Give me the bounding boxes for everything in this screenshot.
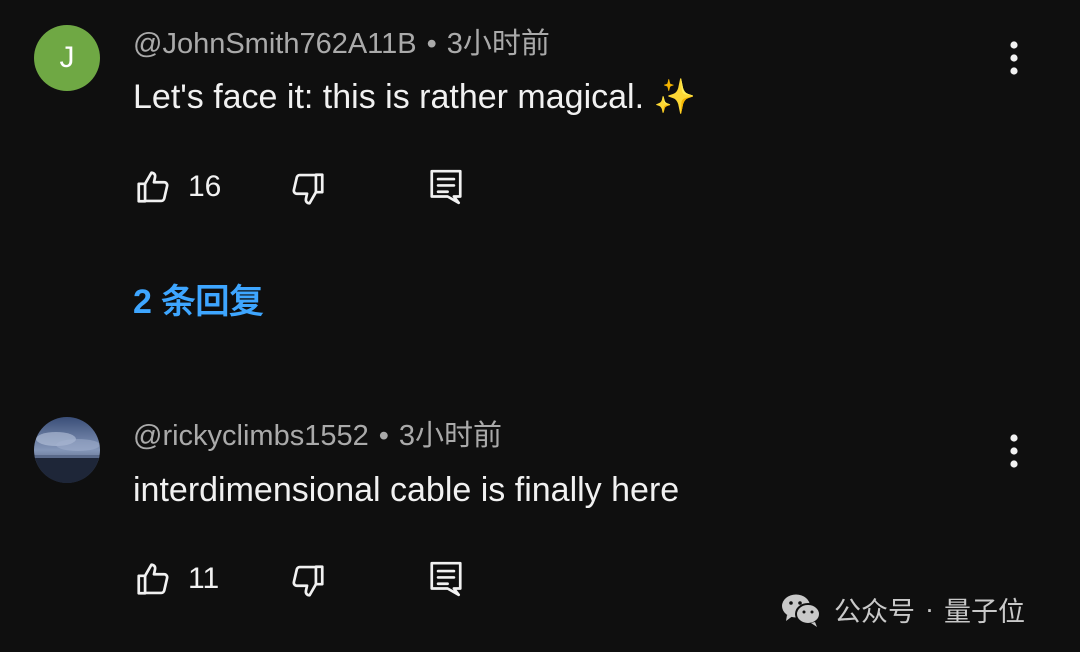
dislike-button[interactable]	[289, 170, 327, 208]
like-count: 11	[188, 562, 220, 595]
comment-1: J @JohnSmith762A11B • 3小时前 Let's face it: …	[0, 0, 1080, 360]
timestamp[interactable]: 3小时前	[399, 420, 502, 452]
avatar-landscape-image	[34, 417, 100, 483]
timestamp[interactable]: 3小时前	[447, 28, 550, 60]
author-name[interactable]: @JohnSmith762A11B	[133, 28, 417, 60]
more-vertical-icon	[1010, 434, 1018, 468]
wechat-icon	[782, 594, 821, 627]
reply-comment-icon	[430, 169, 462, 205]
like-button[interactable]: 11	[134, 560, 219, 598]
watermark-separator: ·	[925, 594, 934, 624]
more-options-button[interactable]	[996, 36, 1032, 80]
watermark: 公众号 · 量子位	[780, 590, 1025, 629]
reply-button[interactable]	[428, 168, 464, 206]
thumbs-up-icon	[137, 563, 169, 595]
thumbs-down-icon	[292, 565, 324, 597]
like-count: 16	[188, 170, 222, 203]
meta-separator: •	[378, 420, 389, 452]
meta-separator: •	[426, 28, 437, 60]
comment-text: interdimensional cable is finally here	[133, 471, 680, 509]
view-replies-link[interactable]: 2 条回复	[133, 282, 263, 322]
like-button[interactable]: 16	[134, 168, 221, 206]
comment-meta: @rickyclimbs1552 • 3小时前	[133, 419, 502, 453]
comment-meta: @JohnSmith762A11B • 3小时前	[133, 27, 550, 61]
watermark-name: 量子位	[944, 597, 1025, 627]
avatar[interactable]	[34, 417, 100, 483]
more-vertical-icon	[1010, 41, 1018, 75]
watermark-account: 公众号	[834, 597, 915, 627]
comment-text: Let's face it: this is rather magical. ✨	[133, 78, 696, 116]
thumbs-down-icon	[292, 173, 324, 205]
reply-comment-icon	[430, 561, 462, 597]
author-name[interactable]: @rickyclimbs1552	[133, 420, 369, 452]
dislike-button[interactable]	[289, 562, 327, 600]
thumbs-up-icon	[137, 171, 169, 203]
avatar[interactable]: J	[34, 25, 100, 91]
avatar-letter: J	[59, 41, 75, 74]
more-options-button[interactable]	[996, 429, 1032, 473]
reply-button[interactable]	[428, 560, 464, 598]
